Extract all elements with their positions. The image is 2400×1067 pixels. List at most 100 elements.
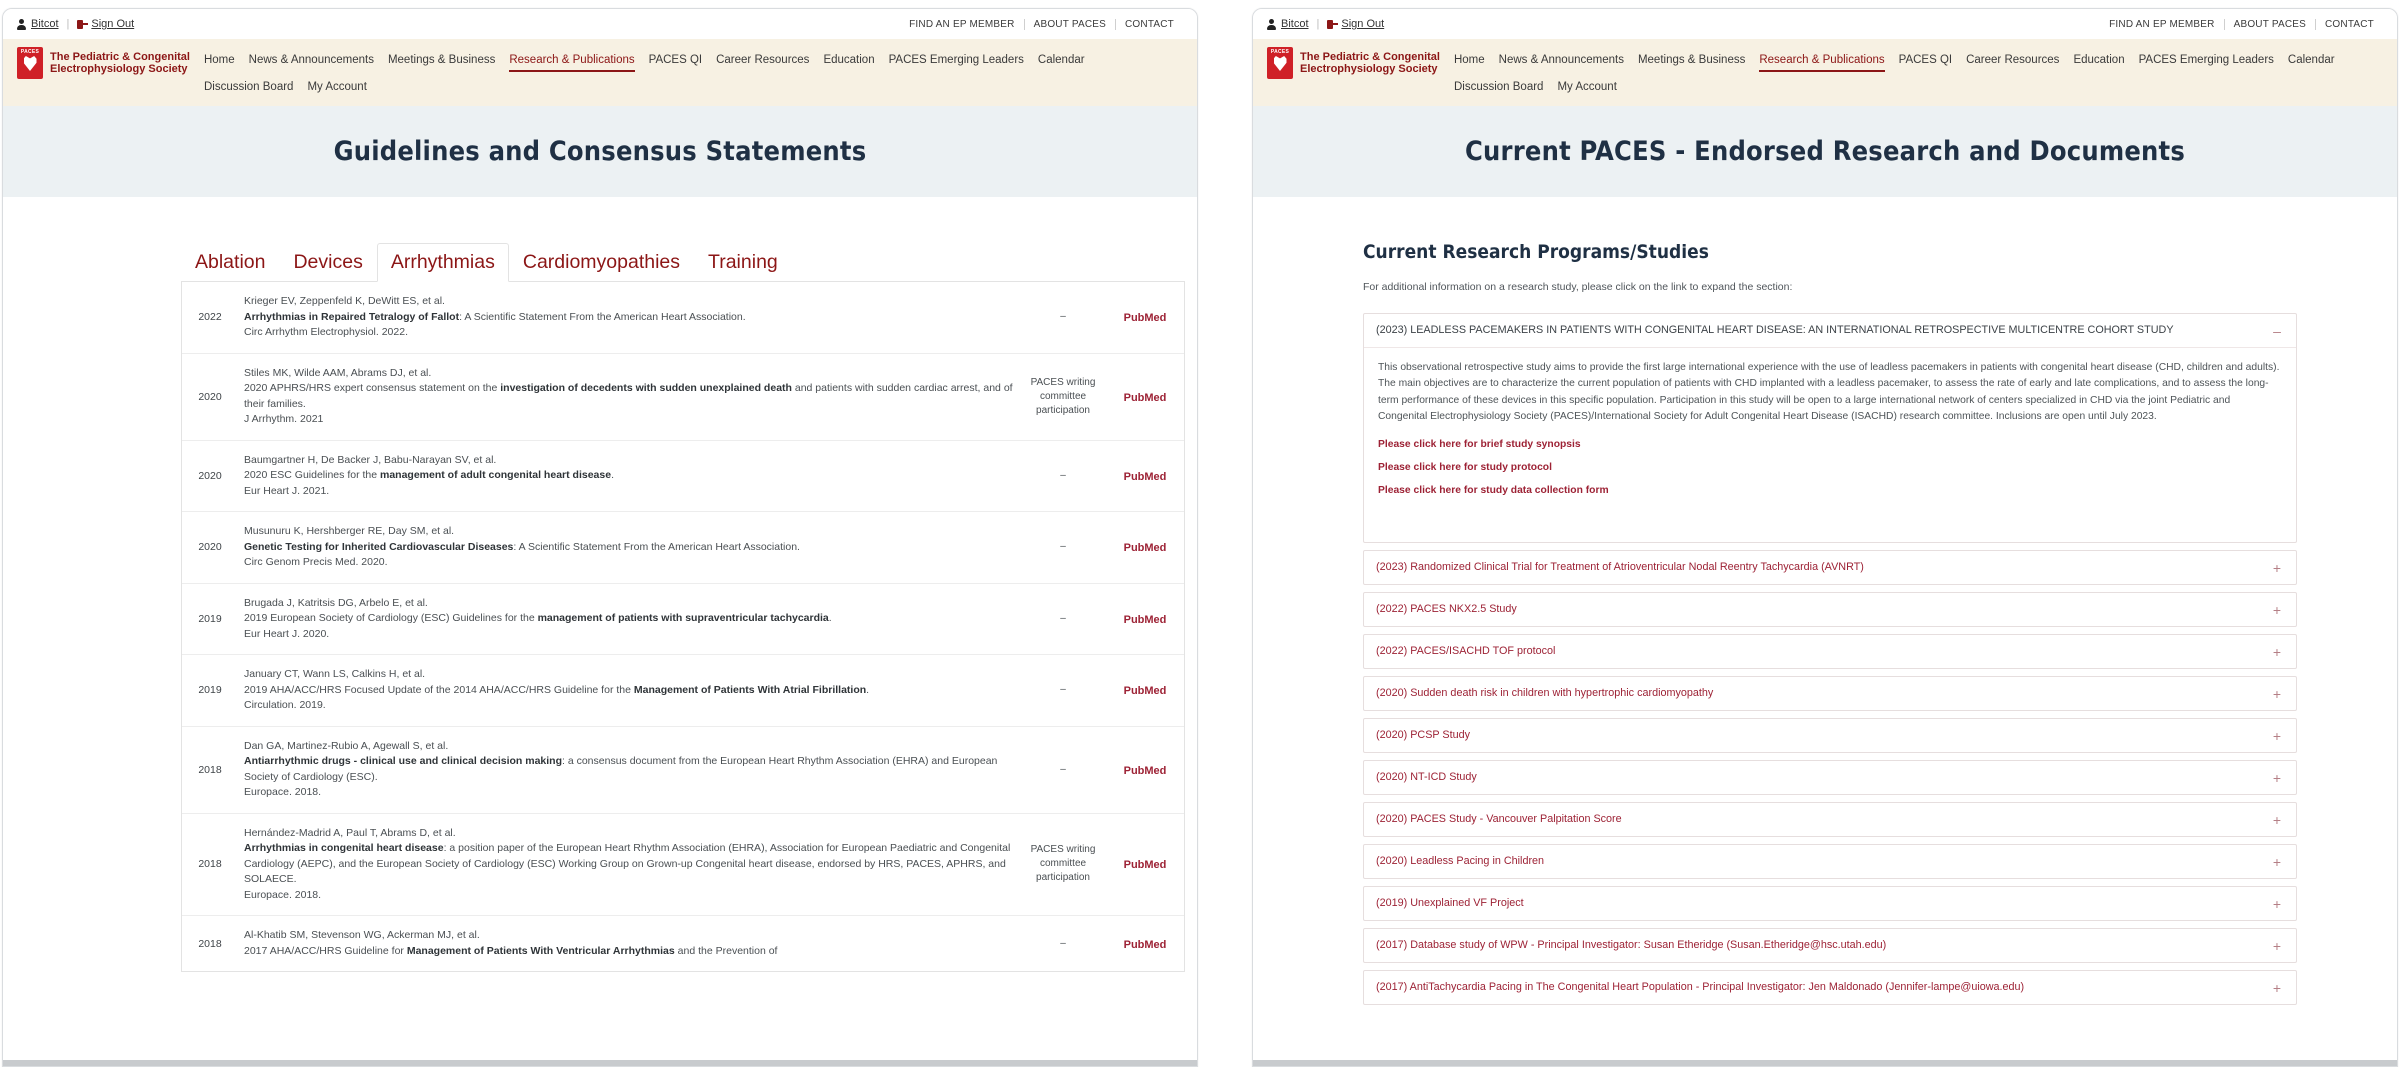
nav-item-my-account[interactable]: My Account xyxy=(307,78,366,96)
sign-out-link[interactable]: Sign Out xyxy=(77,18,134,30)
utility-account-group: Bitcot | Sign Out xyxy=(17,18,134,30)
plus-icon[interactable]: + xyxy=(2270,812,2284,827)
plus-icon[interactable]: + xyxy=(2270,770,2284,785)
nav-item-paces-emerging-leaders[interactable]: PACES Emerging Leaders xyxy=(889,51,1024,69)
nav-item-career-resources-right[interactable]: Career Resources xyxy=(1966,51,2059,69)
pubmed-link[interactable]: PubMed xyxy=(1124,859,1167,871)
nav-item-news-announcements[interactable]: News & Announcements xyxy=(249,51,374,69)
minus-icon[interactable]: – xyxy=(2270,323,2284,338)
utility-link-find-ep-member[interactable]: FIND AN EP MEMBER xyxy=(900,19,1023,30)
pubmed-link[interactable]: PubMed xyxy=(1124,312,1167,324)
tab-arrhythmias[interactable]: Arrhythmias xyxy=(376,243,509,282)
citation-title: Genetic Testing for Inherited Cardiovasc… xyxy=(244,540,800,553)
pubmed-link[interactable]: PubMed xyxy=(1124,614,1167,626)
accordion-header[interactable]: (2017) AntiTachycardia Pacing in The Con… xyxy=(1364,971,2296,1004)
right-scroll-indicator[interactable] xyxy=(1253,1060,2397,1066)
logo-wordmark-right: PACES xyxy=(1270,49,1290,55)
accordion-title: (2022) PACES/ISACHD TOF protocol xyxy=(1376,644,1556,657)
accordion-header[interactable]: (2020) Sudden death risk in children wit… xyxy=(1364,677,2296,710)
brand-logo-left[interactable]: PACES The Pediatric & Congenital Electro… xyxy=(17,47,190,79)
account-link-right[interactable]: Bitcot xyxy=(1267,18,1309,30)
nav-item-meetings-business-right[interactable]: Meetings & Business xyxy=(1638,51,1745,69)
nav-item-paces-qi-right[interactable]: PACES QI xyxy=(1899,51,1952,69)
plus-icon[interactable]: + xyxy=(2270,686,2284,701)
nav-item-home[interactable]: Home xyxy=(204,51,235,69)
utility-link-find-ep-member-right[interactable]: FIND AN EP MEMBER xyxy=(2100,19,2223,30)
sign-out-link-right[interactable]: Sign Out xyxy=(1327,18,1384,30)
plus-icon[interactable]: + xyxy=(2270,938,2284,953)
nav-item-calendar-right[interactable]: Calendar xyxy=(2288,51,2335,69)
pubmed-link[interactable]: PubMed xyxy=(1124,765,1167,777)
brand-line-1-right: The Pediatric & Congenital xyxy=(1300,50,1440,63)
accordion-header[interactable]: (2017) Database study of WPW - Principal… xyxy=(1364,929,2296,962)
link-study-data-collection-form[interactable]: Please click here for study data collect… xyxy=(1378,485,2282,496)
tab-training[interactable]: Training xyxy=(694,243,792,282)
citation-journal: Circulation. 2019. xyxy=(244,699,326,711)
left-scroll-indicator[interactable] xyxy=(3,1060,1197,1066)
heart-icon xyxy=(1273,56,1287,71)
plus-icon[interactable]: + xyxy=(2270,896,2284,911)
nav-item-paces-qi[interactable]: PACES QI xyxy=(649,51,702,69)
tab-devices[interactable]: Devices xyxy=(279,243,376,282)
nav-item-discussion-board-right[interactable]: Discussion Board xyxy=(1454,78,1543,96)
nav-item-research-publications-right[interactable]: Research & Publications xyxy=(1759,51,1885,72)
plus-icon[interactable]: + xyxy=(2270,854,2284,869)
citation-authors: Brugada J, Katritsis DG, Arbelo E, et al… xyxy=(244,596,428,609)
link-study-synopsis[interactable]: Please click here for brief study synops… xyxy=(1378,439,2282,450)
accordion-header[interactable]: (2022) PACES NKX2.5 Study + xyxy=(1364,593,2296,626)
table-row: 2020 Musunuru K, Hershberger RE, Day SM, … xyxy=(182,511,1184,584)
user-icon xyxy=(1267,18,1277,30)
row-note: PACES writing committee participation xyxy=(1020,353,1106,441)
pubmed-link[interactable]: PubMed xyxy=(1124,939,1167,951)
account-link[interactable]: Bitcot xyxy=(17,18,59,30)
nav-item-education[interactable]: Education xyxy=(823,51,874,69)
tab-cardiomyopathies[interactable]: Cardiomyopathies xyxy=(509,243,694,282)
accordion-header[interactable]: (2020) Leadless Pacing in Children + xyxy=(1364,845,2296,878)
accordion-header[interactable]: (2020) PACES Study - Vancouver Palpitati… xyxy=(1364,803,2296,836)
accordion-header[interactable]: (2019) Unexplained VF Project + xyxy=(1364,887,2296,920)
nav-item-news-announcements-right[interactable]: News & Announcements xyxy=(1499,51,1624,69)
table-row: 2020 Baumgartner H, De Backer J, Babu-Nar… xyxy=(182,440,1184,512)
accordion-header[interactable]: (2023) Randomized Clinical Trial for Tre… xyxy=(1364,551,2296,584)
link-study-protocol[interactable]: Please click here for study protocol xyxy=(1378,462,2282,473)
nav-item-meetings-business[interactable]: Meetings & Business xyxy=(388,51,495,69)
utility-link-about-paces-right[interactable]: ABOUT PACES xyxy=(2223,18,2315,30)
row-year: 2020 xyxy=(182,511,238,584)
accordion-body-text: This observational retrospective study a… xyxy=(1378,362,2280,423)
citation-journal: Circ Genom Precis Med. 2020. xyxy=(244,556,388,568)
nav-item-calendar[interactable]: Calendar xyxy=(1038,51,1085,69)
nav-item-research-publications[interactable]: Research & Publications xyxy=(509,51,635,72)
left-content: Ablation Devices Arrhythmias Cardiomyopa… xyxy=(3,243,1197,1066)
tab-ablation[interactable]: Ablation xyxy=(181,243,279,282)
brand-logo-right[interactable]: PACES The Pediatric & Congenital Electro… xyxy=(1267,47,1440,79)
nav-item-my-account-right[interactable]: My Account xyxy=(1557,78,1616,96)
nav-item-discussion-board[interactable]: Discussion Board xyxy=(204,78,293,96)
pubmed-link[interactable]: PubMed xyxy=(1124,685,1167,697)
nav-item-education-right[interactable]: Education xyxy=(2073,51,2124,69)
plus-icon[interactable]: + xyxy=(2270,980,2284,995)
pubmed-link[interactable]: PubMed xyxy=(1124,542,1167,554)
nav-item-home-right[interactable]: Home xyxy=(1454,51,1485,69)
nav-item-career-resources[interactable]: Career Resources xyxy=(716,51,809,69)
row-citation: Al-Khatib SM, Stevenson WG, Ackerman MJ,… xyxy=(238,916,1020,972)
nav-item-paces-emerging-leaders-right[interactable]: PACES Emerging Leaders xyxy=(2139,51,2274,69)
plus-icon[interactable]: + xyxy=(2270,560,2284,575)
left-browser-pane: Bitcot | Sign Out FIND AN EP MEMBER ABOU… xyxy=(2,8,1198,1067)
utility-link-contact-right[interactable]: CONTACT xyxy=(2315,18,2383,30)
pubmed-link[interactable]: PubMed xyxy=(1124,471,1167,483)
utility-link-contact[interactable]: CONTACT xyxy=(1115,18,1183,30)
table-row: 2019 January CT, Wann LS, Calkins H, et a… xyxy=(182,654,1184,727)
accordion-header[interactable]: (2020) PCSP Study + xyxy=(1364,719,2296,752)
row-year: 2019 xyxy=(182,583,238,655)
plus-icon[interactable]: + xyxy=(2270,602,2284,617)
citation-title: 2020 APHRS/HRS expert consensus statemen… xyxy=(244,382,1013,410)
utility-link-about-paces[interactable]: ABOUT PACES xyxy=(1023,18,1115,30)
pubmed-link[interactable]: PubMed xyxy=(1124,392,1167,404)
accordion-header[interactable]: (2020) NT-ICD Study + xyxy=(1364,761,2296,794)
accordion-header[interactable]: (2022) PACES/ISACHD TOF protocol + xyxy=(1364,635,2296,668)
row-citation: Brugada J, Katritsis DG, Arbelo E, et al… xyxy=(238,583,1020,655)
plus-icon[interactable]: + xyxy=(2270,644,2284,659)
plus-icon[interactable]: + xyxy=(2270,728,2284,743)
citation-journal: Eur Heart J. 2021. xyxy=(244,484,330,497)
accordion-header-expanded[interactable]: (2023) LEADLESS PACEMAKERS IN PATIENTS W… xyxy=(1364,314,2296,348)
